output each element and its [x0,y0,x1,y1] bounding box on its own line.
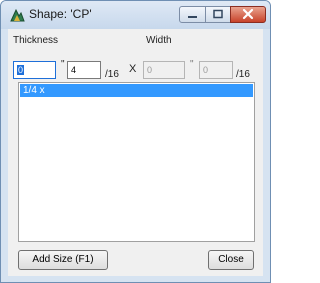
width-sixteenths-unit: /16 [236,69,250,80]
close-window-button[interactable] [230,6,266,23]
text-cursor: 0 [17,65,25,75]
thickness-inch-mark: " [61,59,65,70]
width-inch-mark: " [190,59,194,70]
width-label: Width [146,35,172,46]
dialog-body: Thickness Width 0 " 4 /16 X 0 " 0 /16 1/… [8,29,263,276]
add-size-button[interactable]: Add Size (F1) [18,250,108,270]
shape-app-icon [10,8,25,22]
close-button[interactable]: Close [208,250,254,270]
shape-dialog: Shape: 'CP' Thickness Width 0 " 4 /16 X … [0,0,271,283]
thickness-label: Thickness [13,35,59,46]
thickness-sixteenths-field[interactable]: 4 [67,61,101,79]
minimize-icon [188,16,197,18]
by-separator: X [129,63,137,75]
maximize-button[interactable] [205,6,231,23]
width-inches-field[interactable]: 0 [143,61,185,79]
maximize-icon [213,9,223,19]
width-sixteenths-field[interactable]: 0 [199,61,233,79]
title-bar[interactable]: Shape: 'CP' [1,1,270,29]
thickness-sixteenths-unit: /16 [105,69,119,80]
list-item[interactable]: 1/4 x [20,84,253,97]
sizes-list[interactable]: 1/4 x [18,82,255,242]
minimize-button[interactable] [179,6,206,23]
thickness-inches-field[interactable]: 0 [13,61,56,79]
close-icon [242,8,254,20]
window-title: Shape: 'CP' [29,7,92,21]
